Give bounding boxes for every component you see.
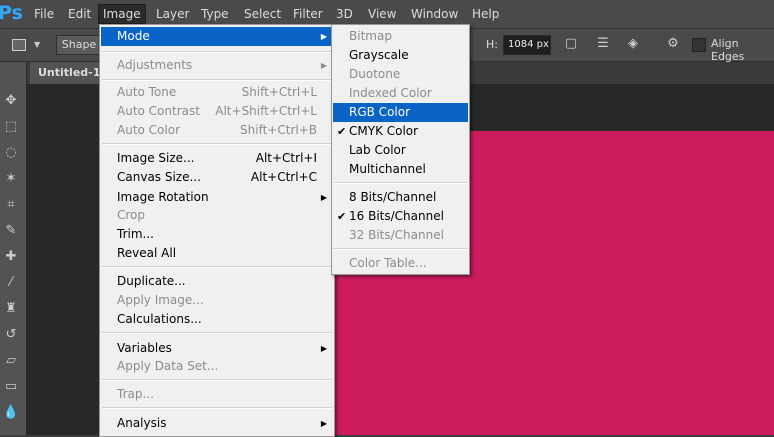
submenu-arrow-icon: ▶ xyxy=(320,193,327,202)
menu-item-cmyk-color[interactable]: ✔ CMYK Color xyxy=(333,122,468,141)
stamp-tool-icon[interactable]: ♜ xyxy=(2,300,20,318)
menu-separator xyxy=(102,79,332,81)
height-label: H: xyxy=(486,38,498,51)
menu-item-variables[interactable]: Variables ▶ xyxy=(101,339,333,358)
history-brush-tool-icon[interactable]: ↺ xyxy=(2,326,20,344)
menu-item-mode[interactable]: Mode ▶ xyxy=(101,27,333,46)
menu-window[interactable]: Window xyxy=(407,5,462,23)
align-edges-label: Align Edges xyxy=(711,37,745,63)
menu-item-crop[interactable]: Crop xyxy=(101,206,333,225)
chevron-down-icon[interactable]: ▼ xyxy=(34,40,40,49)
crop-tool-icon[interactable]: ⌗ xyxy=(2,196,20,214)
tools-panel: ✥ ⬚ ◌ ✶ ⌗ ✎ ✚ ⁄ ♜ ↺ ▱ ▭ 💧 xyxy=(0,62,27,435)
path-operations-icon[interactable]: ▢ xyxy=(564,37,578,51)
menu-edit[interactable]: Edit xyxy=(64,5,95,23)
menu-item-canvas-size[interactable]: Canvas Size... Alt+Ctrl+C xyxy=(101,168,333,187)
menu-separator xyxy=(102,407,332,409)
menu-item-adjustments[interactable]: Adjustments ▶ xyxy=(101,56,333,75)
menu-layer[interactable]: Layer xyxy=(152,5,193,23)
menu-image[interactable]: Image xyxy=(98,4,146,24)
menu-filter[interactable]: Filter xyxy=(289,5,327,23)
menu-item-apply-image[interactable]: Apply Image... xyxy=(101,291,333,310)
menu-item-32-bits[interactable]: 32 Bits/Channel xyxy=(333,226,468,245)
menu-view[interactable]: View xyxy=(364,5,400,23)
mode-submenu: Bitmap Grayscale Duotone Indexed Color R… xyxy=(331,24,470,275)
menu-type[interactable]: Type xyxy=(197,5,233,23)
menu-separator xyxy=(334,182,467,184)
align-edges-checkbox[interactable] xyxy=(692,38,706,52)
submenu-arrow-icon: ▶ xyxy=(320,61,327,70)
rectangle-tool-icon[interactable] xyxy=(12,39,26,51)
blur-tool-icon[interactable]: 💧 xyxy=(2,404,20,422)
menu-item-8-bits[interactable]: 8 Bits/Channel xyxy=(333,188,468,207)
path-arrangement-icon[interactable]: ◈ xyxy=(626,37,640,51)
menu-separator xyxy=(102,379,332,381)
menu-item-16-bits[interactable]: ✔ 16 Bits/Channel xyxy=(333,207,468,226)
menu-item-image-rotation[interactable]: Image Rotation ▶ xyxy=(101,188,333,207)
checkmark-icon: ✔ xyxy=(337,210,347,223)
menu-item-bitmap[interactable]: Bitmap xyxy=(333,27,468,46)
eraser-tool-icon[interactable]: ▱ xyxy=(2,352,20,370)
height-input[interactable]: 1084 px xyxy=(503,35,551,55)
tool-mode-select[interactable]: Shape xyxy=(56,35,102,55)
magic-wand-tool-icon[interactable]: ✶ xyxy=(2,170,20,188)
gear-icon[interactable]: ⚙ xyxy=(666,37,680,51)
menu-separator xyxy=(334,248,467,250)
submenu-arrow-icon: ▶ xyxy=(320,344,327,353)
gradient-tool-icon[interactable]: ▭ xyxy=(2,378,20,396)
menu-item-trim[interactable]: Trim... xyxy=(101,225,333,244)
photoshop-logo: Ps xyxy=(0,2,23,24)
submenu-arrow-icon: ▶ xyxy=(320,32,327,41)
menu-item-lab-color[interactable]: Lab Color xyxy=(333,141,468,160)
menu-item-auto-tone[interactable]: Auto Tone Shift+Ctrl+L xyxy=(101,83,333,102)
marquee-tool-icon[interactable]: ⬚ xyxy=(2,118,20,136)
move-tool-icon[interactable]: ✥ xyxy=(2,92,20,110)
brush-tool-icon[interactable]: ⁄ xyxy=(2,274,20,292)
menu-item-color-table[interactable]: Color Table... xyxy=(333,254,468,273)
menu-separator xyxy=(102,332,332,334)
menu-item-multichannel[interactable]: Multichannel xyxy=(333,160,468,179)
submenu-arrow-icon: ▶ xyxy=(320,419,327,428)
menu-item-auto-color[interactable]: Auto Color Shift+Ctrl+B xyxy=(101,121,333,140)
menu-item-reveal-all[interactable]: Reveal All xyxy=(101,244,333,263)
menu-item-apply-data-set[interactable]: Apply Data Set... xyxy=(101,357,333,376)
menu-item-image-size[interactable]: Image Size... Alt+Ctrl+I xyxy=(101,149,333,168)
menu-item-indexed-color[interactable]: Indexed Color xyxy=(333,84,468,103)
checkmark-icon: ✔ xyxy=(337,125,347,138)
lasso-tool-icon[interactable]: ◌ xyxy=(2,144,20,162)
menu-item-grayscale[interactable]: Grayscale xyxy=(333,46,468,65)
menu-3d[interactable]: 3D xyxy=(332,5,357,23)
menu-file[interactable]: File xyxy=(30,5,58,23)
menu-item-auto-contrast[interactable]: Auto Contrast Alt+Shift+Ctrl+L xyxy=(101,102,333,121)
menu-item-calculations[interactable]: Calculations... xyxy=(101,310,333,329)
menu-separator xyxy=(102,51,332,53)
image-menu: Mode ▶ Adjustments ▶ Auto Tone Shift+Ctr… xyxy=(99,24,335,437)
menu-select[interactable]: Select xyxy=(240,5,285,23)
menu-item-trap[interactable]: Trap... xyxy=(101,385,333,404)
menu-item-duotone[interactable]: Duotone xyxy=(333,65,468,84)
eyedropper-tool-icon[interactable]: ✎ xyxy=(2,222,20,240)
menu-item-analysis[interactable]: Analysis ▶ xyxy=(101,414,333,433)
menu-separator xyxy=(102,143,332,145)
menu-separator xyxy=(102,266,332,268)
menu-item-duplicate[interactable]: Duplicate... xyxy=(101,272,333,291)
healing-brush-tool-icon[interactable]: ✚ xyxy=(2,248,20,266)
path-alignment-icon[interactable]: ☰ xyxy=(596,37,610,51)
menu-help[interactable]: Help xyxy=(468,5,503,23)
menu-item-rgb-color[interactable]: RGB Color xyxy=(333,103,468,122)
